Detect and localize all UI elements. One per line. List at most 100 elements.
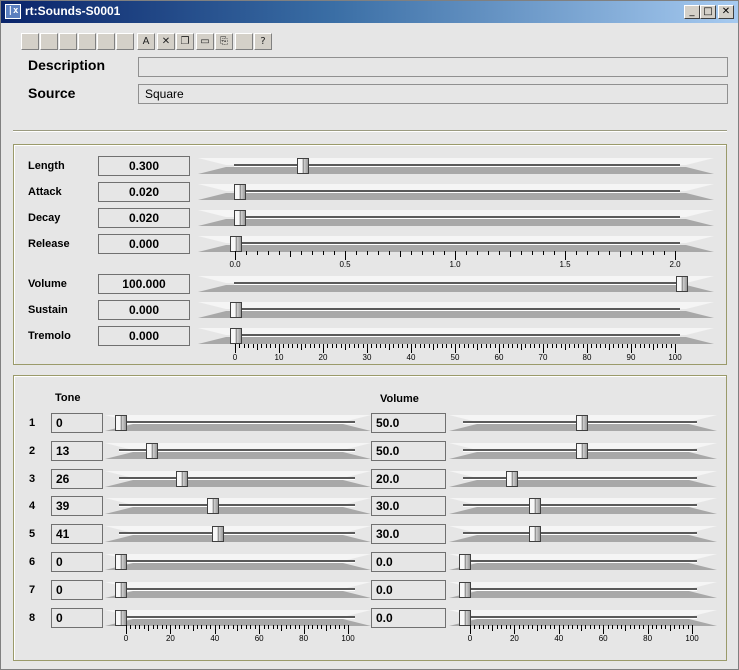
minimize-button[interactable]: _ <box>684 5 700 19</box>
tone-volume-value[interactable]: 0.0 <box>371 552 446 572</box>
tone-volume-slider[interactable] <box>449 525 717 543</box>
tone-value[interactable]: 13 <box>51 441 103 461</box>
tone-volume-slider[interactable] <box>449 553 717 571</box>
tone-value[interactable]: 0 <box>51 580 103 600</box>
tone-volume-value[interactable]: 50.0 <box>371 413 446 433</box>
tone-volume-slider[interactable] <box>449 442 717 460</box>
tone-slider-thumb[interactable] <box>115 582 127 598</box>
tool-3-button[interactable] <box>59 33 77 50</box>
tone-volume-value[interactable]: 30.0 <box>371 496 446 516</box>
edit-tool-button[interactable]: A <box>137 33 155 50</box>
tone-volume-slider-thumb[interactable] <box>529 498 542 514</box>
tone-volume-value[interactable]: 30.0 <box>371 524 446 544</box>
close-button[interactable]: ✕ <box>718 5 734 19</box>
volume-slider[interactable] <box>198 275 714 293</box>
tone-slider[interactable] <box>105 414 371 432</box>
tone-slider-thumb[interactable] <box>176 471 189 487</box>
tone-volume-scale-tick <box>514 625 516 634</box>
tone-volume-slider[interactable] <box>449 581 717 599</box>
level-scale-tick <box>287 344 289 348</box>
tone-volume-slider-thumb[interactable] <box>576 415 588 431</box>
tone-slider-thumb[interactable] <box>207 498 220 514</box>
app-icon[interactable]: |x <box>5 4 21 19</box>
tone-slider-thumb[interactable] <box>145 443 158 459</box>
tone-slider[interactable] <box>105 525 371 543</box>
tone-value[interactable]: 0 <box>51 413 103 433</box>
tone-volume-slider-thumb[interactable] <box>459 582 471 598</box>
tone-value[interactable]: 26 <box>51 469 103 489</box>
decay-label: Decay <box>28 212 61 224</box>
tool-2-button[interactable] <box>40 33 58 50</box>
time-scale-tick <box>521 251 522 255</box>
attack-value[interactable]: 0.020 <box>98 182 190 202</box>
tool-6-button[interactable] <box>116 33 134 50</box>
tone-volume-scale-tick <box>638 625 640 629</box>
tone-scale-tick <box>228 625 230 629</box>
tone-value[interactable]: 0 <box>51 608 103 628</box>
tone-volume-slider-thumb[interactable] <box>459 554 471 570</box>
time-scale-tick <box>444 251 445 255</box>
release-value[interactable]: 0.000 <box>98 234 190 254</box>
decay-value[interactable]: 0.020 <box>98 208 190 228</box>
sustain-slider-thumb[interactable] <box>230 302 242 318</box>
description-field[interactable] <box>138 57 728 77</box>
tone-volume-slider-thumb[interactable] <box>529 526 542 542</box>
decay-slider[interactable] <box>198 209 714 227</box>
sustain-slider[interactable] <box>198 301 714 319</box>
tool-1-button[interactable] <box>21 33 39 50</box>
length-value[interactable]: 0.300 <box>98 156 190 176</box>
cut-tool-button[interactable]: ✕ <box>157 33 175 50</box>
volume-value[interactable]: 100.000 <box>98 274 190 294</box>
copy-tool-button[interactable]: ❐ <box>176 33 194 50</box>
length-slider[interactable] <box>198 157 714 175</box>
tool-12-button[interactable] <box>235 33 253 50</box>
sustain-value[interactable]: 0.000 <box>98 300 190 320</box>
tone-volume-value[interactable]: 20.0 <box>371 469 446 489</box>
tone-volume-slider-thumb[interactable] <box>505 471 518 487</box>
tone-slider-thumb[interactable] <box>211 526 224 542</box>
tone-slider-thumb[interactable] <box>115 610 127 626</box>
decay-slider-thumb[interactable] <box>234 210 247 226</box>
tone-volume-value[interactable]: 0.0 <box>371 580 446 600</box>
tone-slider[interactable] <box>105 553 371 571</box>
maximize-button[interactable]: □ <box>700 5 716 19</box>
tone-slider[interactable] <box>105 581 371 599</box>
length-slider-thumb[interactable] <box>296 158 309 174</box>
tone-volume-scale-tick <box>687 625 689 629</box>
tone-slider[interactable] <box>105 442 371 460</box>
tone-volume-value[interactable]: 0.0 <box>371 608 446 628</box>
tone-volume-slider-thumb[interactable] <box>459 610 471 626</box>
tone-volume-slider-thumb[interactable] <box>576 443 588 459</box>
volume-slider-thumb[interactable] <box>676 276 688 292</box>
tone-volume-slider[interactable] <box>449 470 717 488</box>
tone-value[interactable]: 39 <box>51 496 103 516</box>
release-slider-thumb[interactable] <box>230 236 242 252</box>
title-bar[interactable]: |x rt:Sounds-S0001 _ □ ✕ <box>1 1 738 23</box>
attack-slider[interactable] <box>198 183 714 201</box>
tremolo-value[interactable]: 0.000 <box>98 326 190 346</box>
tone-slider-thumb[interactable] <box>115 415 127 431</box>
tone-volume-slider[interactable] <box>449 414 717 432</box>
tool-5-button[interactable] <box>97 33 115 50</box>
help-tool-button[interactable]: ? <box>254 33 272 50</box>
attack-slider-thumb[interactable] <box>234 184 247 200</box>
tone-scale-tick <box>321 625 323 629</box>
paste-tool-button[interactable]: ▭ <box>196 33 214 50</box>
source-field[interactable]: Square <box>138 84 728 104</box>
tone-volume-slider[interactable] <box>449 497 717 515</box>
tone-volume-scale-tick <box>647 625 649 634</box>
tone-value[interactable]: 0 <box>51 552 103 572</box>
time-scale-tick <box>279 251 280 255</box>
tone-slider[interactable] <box>105 470 371 488</box>
tone-volume-value[interactable]: 50.0 <box>371 441 446 461</box>
level-scale-tick <box>323 344 324 353</box>
level-scale-tick <box>455 344 456 353</box>
tool-4-button[interactable] <box>78 33 96 50</box>
tone-slider[interactable] <box>105 497 371 515</box>
tremolo-slider[interactable] <box>198 327 714 345</box>
tone-volume-scale-tick <box>669 625 671 631</box>
clipboard-tool-button[interactable]: ⎘ <box>215 33 233 50</box>
tone-value[interactable]: 41 <box>51 524 103 544</box>
tremolo-slider-thumb[interactable] <box>230 328 242 344</box>
tone-slider-thumb[interactable] <box>115 554 127 570</box>
